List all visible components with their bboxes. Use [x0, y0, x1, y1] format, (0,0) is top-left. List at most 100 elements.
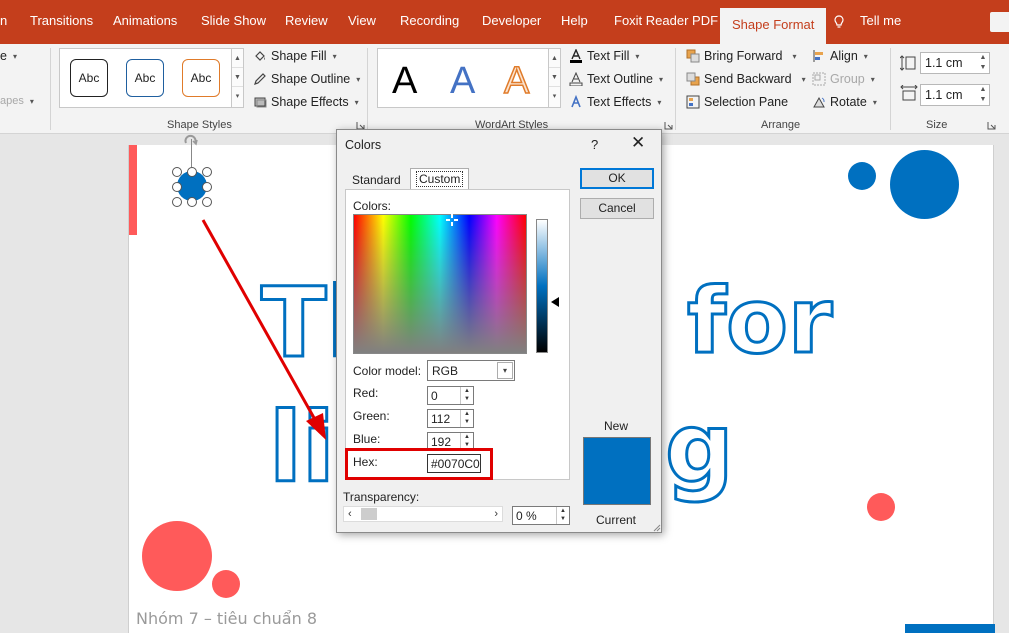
- rotation-handle-icon[interactable]: [183, 133, 199, 147]
- group-separator: [50, 48, 51, 130]
- red-input[interactable]: 0 ▲ ▼: [427, 386, 474, 405]
- tab-animations[interactable]: Animations: [113, 13, 177, 28]
- tab-slide-show[interactable]: Slide Show: [201, 13, 266, 28]
- tab-recording[interactable]: Recording: [400, 13, 459, 28]
- text-effects-icon: [571, 95, 581, 108]
- selection-pane-button[interactable]: Selection Pane: [686, 95, 788, 109]
- shape-styles-gallery[interactable]: Abc Abc Abc ▲ ▼ ▾: [59, 48, 244, 108]
- cancel-button[interactable]: Cancel: [580, 198, 654, 219]
- decorative-circle: [142, 521, 212, 591]
- ok-button[interactable]: OK: [580, 168, 654, 189]
- slider-thumb[interactable]: [361, 508, 377, 520]
- resize-handle[interactable]: [202, 197, 212, 207]
- gallery-scroll[interactable]: ▲ ▼ ▾: [231, 49, 243, 107]
- send-backward-icon: [686, 72, 700, 86]
- decorative-circle: [848, 162, 876, 190]
- tab-help[interactable]: Help: [561, 13, 588, 28]
- transparency-slider[interactable]: ‹ ›: [343, 506, 503, 522]
- resize-grip-icon[interactable]: [651, 522, 661, 532]
- tab-foxit-reader-pdf[interactable]: Foxit Reader PDF: [614, 13, 718, 28]
- scroll-right-icon[interactable]: ›: [494, 507, 498, 521]
- text-fill-button[interactable]: Text Fill ▾: [569, 49, 639, 63]
- shape-style-preview[interactable]: Abc: [182, 59, 220, 97]
- shape-height-icon: [900, 55, 916, 71]
- help-button[interactable]: ?: [591, 137, 598, 152]
- tab-developer[interactable]: Developer: [482, 13, 541, 28]
- group-separator: [367, 48, 368, 130]
- group-button: Group ▾: [812, 72, 875, 86]
- hex-highlight-box: [345, 448, 493, 480]
- text-effects-button[interactable]: Text Effects ▾: [569, 95, 661, 109]
- green-label: Green:: [353, 409, 390, 423]
- rotate-button[interactable]: Rotate ▾: [812, 95, 877, 109]
- rotate-icon: [813, 96, 825, 108]
- luminance-pointer-icon[interactable]: [551, 297, 559, 307]
- resize-handle[interactable]: [187, 197, 197, 207]
- text-fill-icon: [570, 49, 582, 63]
- wordart-preview[interactable]: A: [392, 61, 417, 101]
- dialog-launcher-icon[interactable]: [664, 121, 673, 130]
- lightbulb-icon: [834, 15, 844, 28]
- resize-handle[interactable]: [172, 197, 182, 207]
- insert-shape-partial[interactable]: e ▾: [0, 49, 17, 63]
- resize-handle[interactable]: [202, 182, 212, 192]
- gallery-scroll[interactable]: ▲ ▼ ▾: [548, 49, 560, 107]
- tab-transitions[interactable]: Transitions: [30, 13, 93, 28]
- decorative-circle: [212, 570, 240, 598]
- bring-forward-button[interactable]: Bring Forward ▾: [686, 49, 797, 63]
- resize-handle[interactable]: [187, 167, 197, 177]
- bring-forward-icon: [686, 49, 700, 63]
- group-label-shape-styles: Shape Styles: [167, 119, 232, 131]
- slide-accent-bar: [129, 145, 137, 235]
- decorative-circle: [867, 493, 895, 521]
- dialog-launcher-icon[interactable]: [987, 121, 996, 130]
- shape-outline-button[interactable]: Shape Outline ▾: [253, 72, 360, 86]
- paint-bucket-icon: [255, 51, 265, 61]
- resize-handle[interactable]: [172, 182, 182, 192]
- slide-title-line1-end[interactable]: for: [685, 275, 833, 368]
- align-button[interactable]: Align ▾: [812, 49, 868, 63]
- wordart-gallery[interactable]: A A A ▲ ▼ ▾: [377, 48, 561, 108]
- transparency-input[interactable]: 0 % ▲ ▼: [512, 506, 570, 525]
- resize-handle[interactable]: [172, 167, 182, 177]
- tab-standard[interactable]: Standard: [347, 170, 406, 189]
- shape-style-preview[interactable]: Abc: [126, 59, 164, 97]
- tab-shape-format[interactable]: Shape Format: [720, 8, 827, 44]
- text-outline-button[interactable]: Text Outline ▾: [569, 72, 663, 86]
- red-label: Red:: [353, 386, 379, 400]
- tab-partial[interactable]: n: [0, 13, 7, 28]
- wordart-preview[interactable]: A: [450, 61, 475, 101]
- green-input[interactable]: 112 ▲ ▼: [427, 409, 474, 428]
- current-color-label: Current: [596, 513, 637, 527]
- slide-title-line2-end[interactable]: g: [664, 399, 736, 498]
- shape-effects-button[interactable]: Shape Effects ▾: [253, 95, 359, 109]
- tab-view[interactable]: View: [348, 13, 376, 28]
- color-model-select[interactable]: RGB ▾: [427, 360, 515, 381]
- send-backward-button[interactable]: Send Backward ▾: [686, 72, 806, 86]
- shape-width-input[interactable]: 1.1 cm ▲ ▼: [920, 84, 990, 106]
- shape-style-preview[interactable]: Abc: [70, 59, 108, 97]
- blue-label: Blue:: [353, 432, 381, 446]
- group-separator: [890, 48, 891, 130]
- ribbon-tab-bar: n Transitions Animations Slide Show Revi…: [0, 0, 1009, 44]
- decorative-circle: [890, 150, 959, 219]
- shape-fill-button[interactable]: Shape Fill ▾: [253, 49, 337, 63]
- colors-dialog: Colors ? ✕ Standard Custom Colors: Color…: [336, 129, 662, 533]
- tab-custom[interactable]: Custom: [410, 168, 470, 190]
- tell-me-search[interactable]: Tell me: [860, 13, 901, 28]
- tab-review[interactable]: Review: [285, 13, 328, 28]
- edit-shapes-partial: apes ▾: [0, 95, 34, 107]
- resize-handle[interactable]: [202, 167, 212, 177]
- color-spectrum[interactable]: [353, 214, 527, 354]
- pencil-icon: [254, 73, 266, 85]
- slide-footer[interactable]: Nhóm 7 – tiêu chuẩn 8: [136, 609, 317, 628]
- colors-label: Colors:: [353, 199, 392, 213]
- wordart-preview[interactable]: A: [503, 60, 530, 102]
- luminance-slider[interactable]: [536, 219, 548, 353]
- shape-height-input[interactable]: 1.1 cm ▲ ▼: [920, 52, 990, 74]
- slide-title-line2[interactable]: li: [268, 399, 337, 498]
- account-icon[interactable]: [990, 12, 1009, 32]
- close-icon[interactable]: ✕: [631, 133, 645, 153]
- scroll-left-icon[interactable]: ‹: [348, 507, 352, 521]
- shape-width-icon: [900, 85, 918, 101]
